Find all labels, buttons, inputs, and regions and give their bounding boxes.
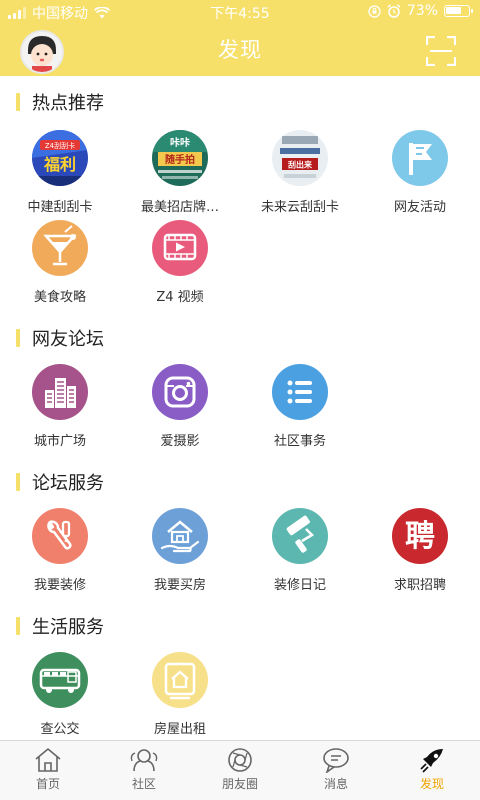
grid-item-bus[interactable]: 查公交: [0, 652, 120, 737]
paint-roller-icon: [272, 508, 328, 564]
scan-icon[interactable]: [426, 36, 456, 66]
grid-item-community-affairs[interactable]: 社区事务: [240, 364, 360, 449]
grid-item-label: 我要装修: [33, 578, 86, 593]
bus-icon: [32, 652, 88, 708]
svg-text:咔咔: 咔咔: [170, 136, 190, 149]
grid-item-label: 房屋出租: [153, 722, 206, 737]
city-buildings-icon: [32, 364, 88, 420]
grid-item-label: 我要买房: [153, 578, 206, 593]
section-marker: [16, 329, 20, 347]
tab-discover[interactable]: 发现: [384, 741, 480, 800]
video-icon: [152, 220, 208, 276]
moments-icon: [228, 748, 252, 772]
list-icon: [272, 364, 328, 420]
tab-label: 发现: [419, 777, 444, 791]
grid-item-label: 未来云刮刮卡: [260, 200, 339, 215]
status-bar: 中国移动 下午4:55 73%: [0, 0, 480, 24]
section-title-text: 论坛服务: [32, 473, 104, 494]
section-title-text: 网友论坛: [32, 329, 104, 350]
grid-item-label: 城市广场: [33, 434, 86, 449]
shop-sign-image: 咔咔 随手拍: [152, 130, 208, 186]
svg-text:刮出来: 刮出来: [288, 160, 313, 170]
grid-item-label: 美食攻略: [33, 290, 86, 305]
battery-level: [446, 7, 461, 14]
grid-item-zhongjian-scratch-card[interactable]: Z4刮刮卡 福利 中建刮刮卡: [0, 130, 120, 215]
home-icon: [35, 747, 61, 772]
alarm-icon: [387, 4, 401, 18]
section-marker: [16, 93, 20, 111]
page-title: 发现: [218, 38, 262, 62]
tab-community[interactable]: 社区: [96, 741, 192, 800]
house-rent-icon: [152, 652, 208, 708]
grid-item-house-rental[interactable]: 房屋出租: [120, 652, 240, 737]
community-icon: [130, 749, 158, 772]
grid-item-label: 网友活动: [393, 200, 446, 215]
bottom-tab-bar: 首页 社区 朋友圈 消息 发现: [0, 740, 480, 800]
tab-label: 首页: [35, 777, 60, 791]
wrench-icon: [32, 508, 88, 564]
tab-label: 朋友圈: [221, 777, 258, 791]
grid-item-label: 社区事务: [273, 434, 326, 449]
grid-item-label: 求职招聘: [393, 578, 446, 593]
tab-messages[interactable]: 消息: [288, 741, 384, 800]
tab-label: 社区: [131, 777, 156, 791]
grid-item-renovation-diary[interactable]: 装修日记: [240, 508, 360, 593]
section-title: 网友论坛: [16, 326, 104, 350]
cocktail-icon: [32, 220, 88, 276]
section-title-text: 生活服务: [32, 617, 104, 638]
tab-home[interactable]: 首页: [0, 741, 96, 800]
rocket-icon: [420, 749, 443, 773]
section-title: 热点推荐: [16, 90, 104, 114]
discover-content: 热点推荐 Z4刮刮卡 福利 中建刮刮卡 咔咔 随手拍 最美招店牌… 刮出来 未来…: [0, 76, 480, 740]
house-hand-icon: [152, 508, 208, 564]
grid-item-z4-video[interactable]: Z4 视频: [120, 220, 240, 305]
grid-item-label: 装修日记: [273, 578, 326, 593]
grid-item-job-recruit[interactable]: 聘 求职招聘: [360, 508, 480, 593]
hire-icon: 聘: [392, 508, 448, 564]
grid-item-shop-sign-contest[interactable]: 咔咔 随手拍 最美招店牌…: [120, 130, 240, 215]
flag-icon: [392, 130, 448, 186]
svg-text:福利: 福利: [43, 155, 76, 174]
grid-item-food-guide[interactable]: 美食攻略: [0, 220, 120, 305]
grid-item-photography[interactable]: 爱摄影: [120, 364, 240, 449]
message-icon: [323, 748, 349, 773]
battery-percent: 73%: [406, 3, 438, 19]
top-bar: 中国移动 下午4:55 73% 发现: [0, 0, 480, 76]
section-title-text: 热点推荐: [32, 93, 104, 114]
grid-item-renovation[interactable]: 我要装修: [0, 508, 120, 593]
grid-item-netizen-activity[interactable]: 网友活动: [360, 130, 480, 215]
section-marker: [16, 473, 20, 491]
section-title: 生活服务: [16, 614, 104, 638]
hire-glyph: 聘: [405, 519, 435, 554]
section-marker: [16, 617, 20, 635]
svg-text:Z4刮刮卡: Z4刮刮卡: [45, 141, 75, 150]
future-cloud-scratch-card-image: 刮出来: [272, 130, 328, 186]
grid-item-label: 最美招店牌…: [140, 200, 219, 215]
grid-item-label: 中建刮刮卡: [27, 200, 93, 215]
lock-rotation-icon: [368, 4, 381, 18]
battery-icon: [444, 5, 473, 17]
grid-item-label: Z4 视频: [156, 290, 204, 305]
svg-text:随手拍: 随手拍: [165, 153, 195, 166]
section-title: 论坛服务: [16, 470, 104, 494]
grid-item-label: 查公交: [40, 722, 80, 737]
tab-label: 消息: [323, 777, 348, 791]
tab-moments[interactable]: 朋友圈: [192, 741, 288, 800]
grid-item-label: 爱摄影: [160, 434, 200, 449]
grid-item-future-cloud-scratch-card[interactable]: 刮出来 未来云刮刮卡: [240, 130, 360, 215]
zhongjian-scratch-card-image: Z4刮刮卡 福利: [32, 130, 88, 186]
grid-item-city-square[interactable]: 城市广场: [0, 364, 120, 449]
grid-item-buy-house[interactable]: 我要买房: [120, 508, 240, 593]
camera-icon: [152, 364, 208, 420]
